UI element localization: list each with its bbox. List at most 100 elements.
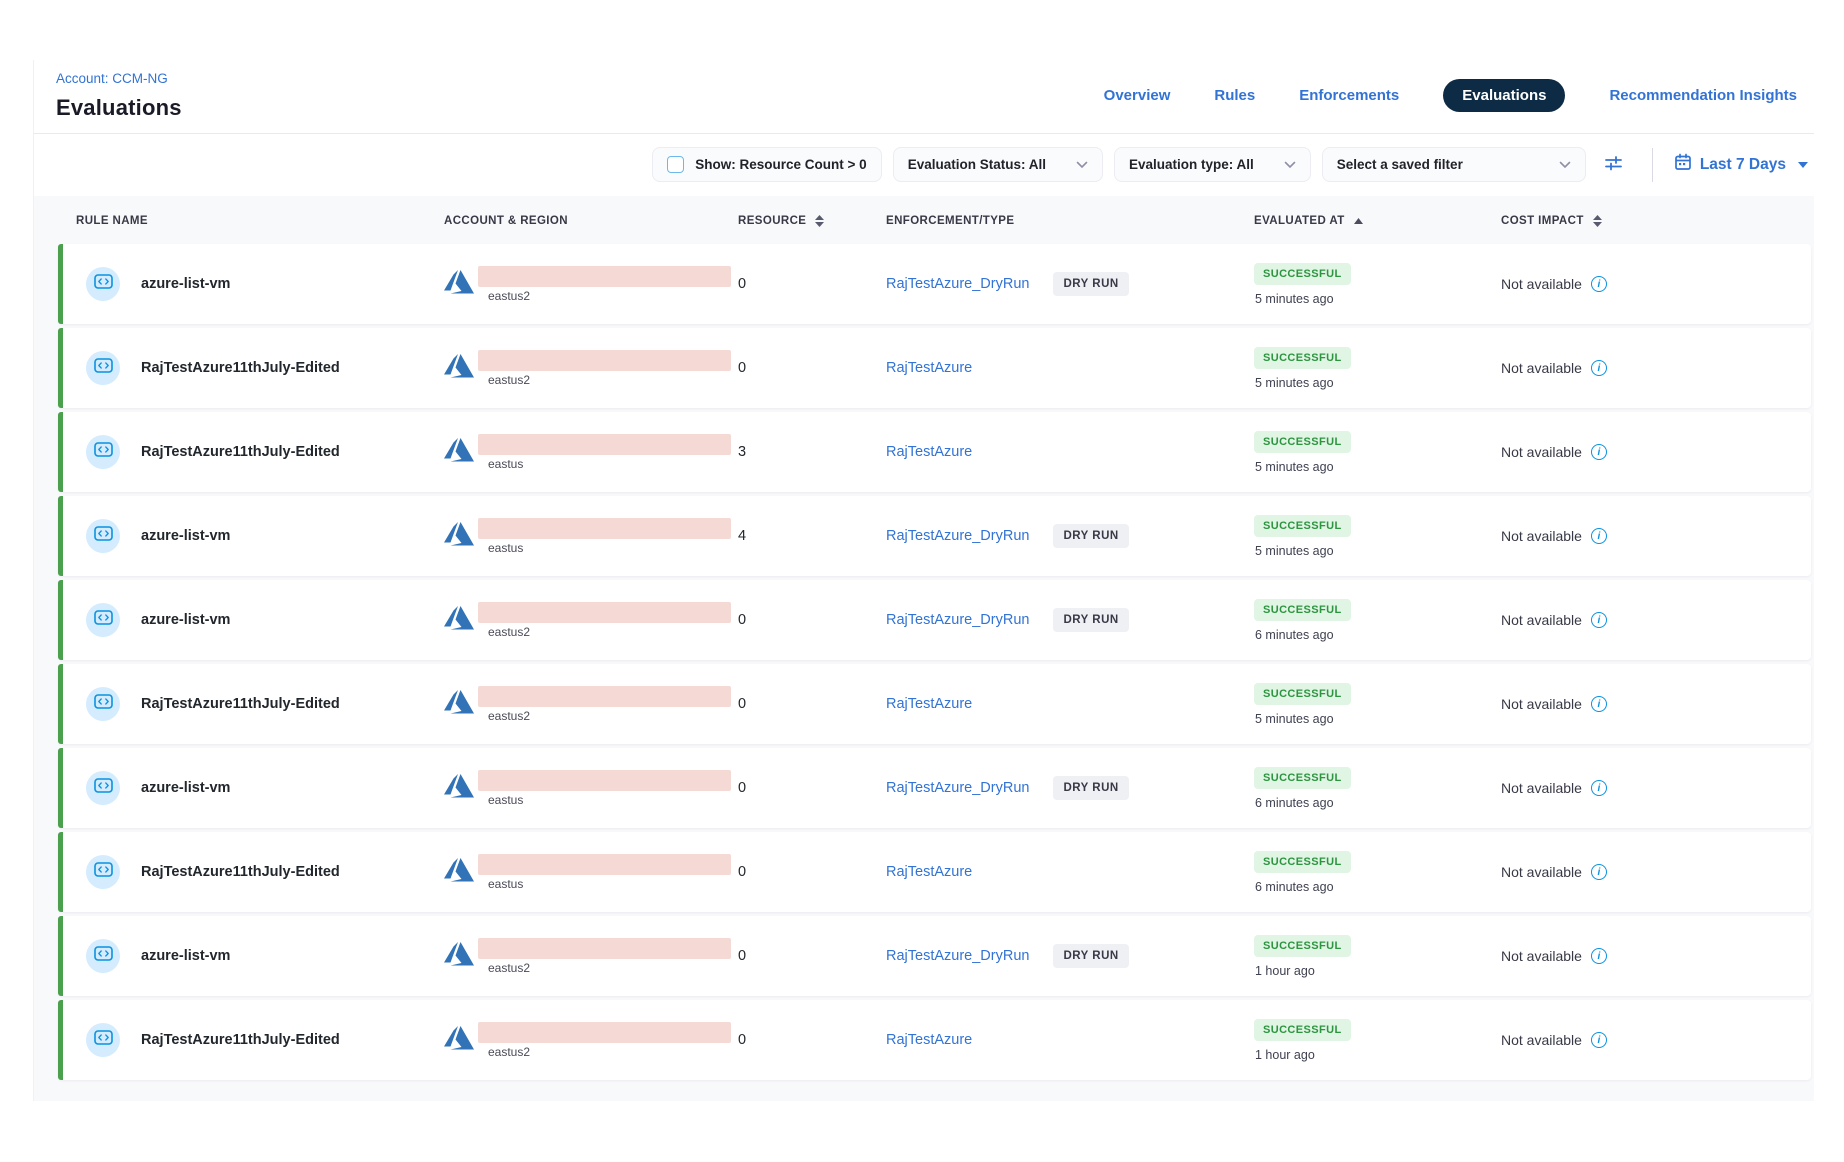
rule-avatar	[86, 267, 120, 301]
enforcement-link[interactable]: RajTestAzure	[886, 360, 972, 376]
info-icon[interactable]: i	[1591, 360, 1607, 376]
saved-filter-placeholder: Select a saved filter	[1337, 157, 1463, 172]
table-row[interactable]: azure-list-vm eastus 0 RajTestAzure_DryR…	[58, 748, 1811, 828]
redacted-account-name	[478, 770, 731, 791]
status-indicator-bar	[58, 496, 63, 576]
info-icon[interactable]: i	[1591, 780, 1607, 796]
column-enforcement-type: ENFORCEMENT/TYPE	[886, 215, 1254, 227]
table-header: RULE NAME ACCOUNT & REGION RESOURCE ENFO…	[58, 200, 1811, 242]
status-badge: SUCCESSFUL	[1254, 935, 1351, 957]
tab-evaluations[interactable]: Evaluations	[1443, 79, 1565, 112]
rule-name: azure-list-vm	[141, 528, 230, 544]
resource-count: 0	[738, 864, 746, 880]
info-icon[interactable]: i	[1591, 864, 1607, 880]
sort-ascending-icon[interactable]	[1354, 215, 1363, 227]
evaluations-page: Account: CCM-NG Evaluations Overview Rul…	[33, 60, 1814, 1101]
enforcement-link[interactable]: RajTestAzure_DryRun	[886, 528, 1029, 544]
rule-icon	[94, 609, 113, 631]
cost-impact-value: Not available	[1501, 360, 1582, 376]
info-icon[interactable]: i	[1591, 1032, 1607, 1048]
evaluated-time: 5 minutes ago	[1255, 292, 1334, 306]
status-indicator-bar	[58, 412, 63, 492]
column-evaluated-at[interactable]: EVALUATED AT	[1254, 215, 1501, 227]
rule-icon	[94, 693, 113, 715]
azure-icon	[444, 1022, 474, 1055]
evaluated-time: 6 minutes ago	[1255, 880, 1334, 894]
info-icon[interactable]: i	[1591, 612, 1607, 628]
table-row[interactable]: RajTestAzure11thJuly-Edited eastus2 0 Ra…	[58, 1000, 1811, 1080]
tab-overview[interactable]: Overview	[1104, 87, 1171, 104]
calendar-icon	[1674, 153, 1692, 176]
cost-impact-value: Not available	[1501, 780, 1582, 796]
enforcement-link[interactable]: RajTestAzure	[886, 444, 972, 460]
region-label: eastus2	[488, 709, 731, 723]
sort-icon[interactable]	[815, 215, 824, 227]
top-nav: Overview Rules Enforcements Evaluations …	[1104, 79, 1797, 112]
table-row[interactable]: azure-list-vm eastus2 0 RajTestAzure_Dry…	[58, 244, 1811, 324]
page-title: Evaluations	[56, 95, 182, 121]
saved-filter-select[interactable]: Select a saved filter	[1322, 147, 1586, 182]
status-badge: SUCCESSFUL	[1254, 1019, 1351, 1041]
enforcement-link[interactable]: RajTestAzure	[886, 696, 972, 712]
region-label: eastus	[488, 541, 731, 555]
rule-avatar	[86, 855, 120, 889]
table-row[interactable]: RajTestAzure11thJuly-Edited eastus2 0 Ra…	[58, 328, 1811, 408]
resource-count: 3	[738, 444, 746, 460]
redacted-account-name	[478, 266, 731, 287]
enforcement-link[interactable]: RajTestAzure	[886, 1032, 972, 1048]
resource-count-checkbox[interactable]	[667, 156, 684, 173]
tab-rules[interactable]: Rules	[1214, 87, 1255, 104]
status-indicator-bar	[58, 244, 63, 324]
rule-avatar	[86, 435, 120, 469]
cost-impact-value: Not available	[1501, 696, 1582, 712]
azure-icon	[444, 350, 474, 383]
enforcement-link[interactable]: RajTestAzure_DryRun	[886, 276, 1029, 292]
info-icon[interactable]: i	[1591, 276, 1607, 292]
enforcement-link[interactable]: RajTestAzure	[886, 864, 972, 880]
tab-enforcements[interactable]: Enforcements	[1299, 87, 1399, 104]
enforcement-link[interactable]: RajTestAzure_DryRun	[886, 948, 1029, 964]
evaluation-status-select[interactable]: Evaluation Status: All	[893, 147, 1103, 182]
table-row[interactable]: azure-list-vm eastus 4 RajTestAzure_DryR…	[58, 496, 1811, 576]
filter-settings-button[interactable]	[1597, 148, 1631, 182]
info-icon[interactable]: i	[1591, 948, 1607, 964]
date-range-picker[interactable]: Last 7 Days	[1674, 153, 1808, 176]
evaluation-type-select[interactable]: Evaluation type: All	[1114, 147, 1311, 182]
sort-icon[interactable]	[1593, 215, 1602, 227]
table-row[interactable]: azure-list-vm eastus2 0 RajTestAzure_Dry…	[58, 916, 1811, 996]
column-cost-impact[interactable]: COST IMPACT	[1501, 215, 1811, 227]
rule-avatar	[86, 1023, 120, 1057]
rule-name: azure-list-vm	[141, 780, 230, 796]
azure-icon	[444, 434, 474, 467]
chevron-down-icon	[1076, 161, 1088, 169]
info-icon[interactable]: i	[1591, 696, 1607, 712]
page-header-left: Account: CCM-NG Evaluations	[56, 70, 182, 121]
table-row[interactable]: RajTestAzure11thJuly-Edited eastus 3 Raj…	[58, 412, 1811, 492]
info-icon[interactable]: i	[1591, 528, 1607, 544]
rule-name: RajTestAzure11thJuly-Edited	[141, 696, 340, 712]
azure-icon	[444, 686, 474, 719]
table-row[interactable]: RajTestAzure11thJuly-Edited eastus 0 Raj…	[58, 832, 1811, 912]
dry-run-badge: DRY RUN	[1053, 608, 1128, 632]
table-row[interactable]: RajTestAzure11thJuly-Edited eastus2 0 Ra…	[58, 664, 1811, 744]
info-icon[interactable]: i	[1591, 444, 1607, 460]
breadcrumb[interactable]: Account: CCM-NG	[56, 71, 168, 86]
redacted-account-name	[478, 518, 731, 539]
rule-name: azure-list-vm	[141, 276, 230, 292]
enforcement-link[interactable]: RajTestAzure_DryRun	[886, 780, 1029, 796]
rule-icon	[94, 777, 113, 799]
rule-avatar	[86, 687, 120, 721]
rule-name: azure-list-vm	[141, 948, 230, 964]
column-resource[interactable]: RESOURCE	[738, 215, 886, 227]
evaluated-time: 5 minutes ago	[1255, 376, 1334, 390]
redacted-account-name	[478, 938, 731, 959]
resource-count-filter[interactable]: Show: Resource Count > 0	[652, 147, 881, 182]
evaluated-time: 5 minutes ago	[1255, 712, 1334, 726]
evaluated-time: 5 minutes ago	[1255, 544, 1334, 558]
redacted-account-name	[478, 434, 731, 455]
status-badge: SUCCESSFUL	[1254, 767, 1351, 789]
table-row[interactable]: azure-list-vm eastus2 0 RajTestAzure_Dry…	[58, 580, 1811, 660]
enforcement-link[interactable]: RajTestAzure_DryRun	[886, 612, 1029, 628]
tab-recommendation-insights[interactable]: Recommendation Insights	[1609, 87, 1797, 104]
rule-name: RajTestAzure11thJuly-Edited	[141, 360, 340, 376]
